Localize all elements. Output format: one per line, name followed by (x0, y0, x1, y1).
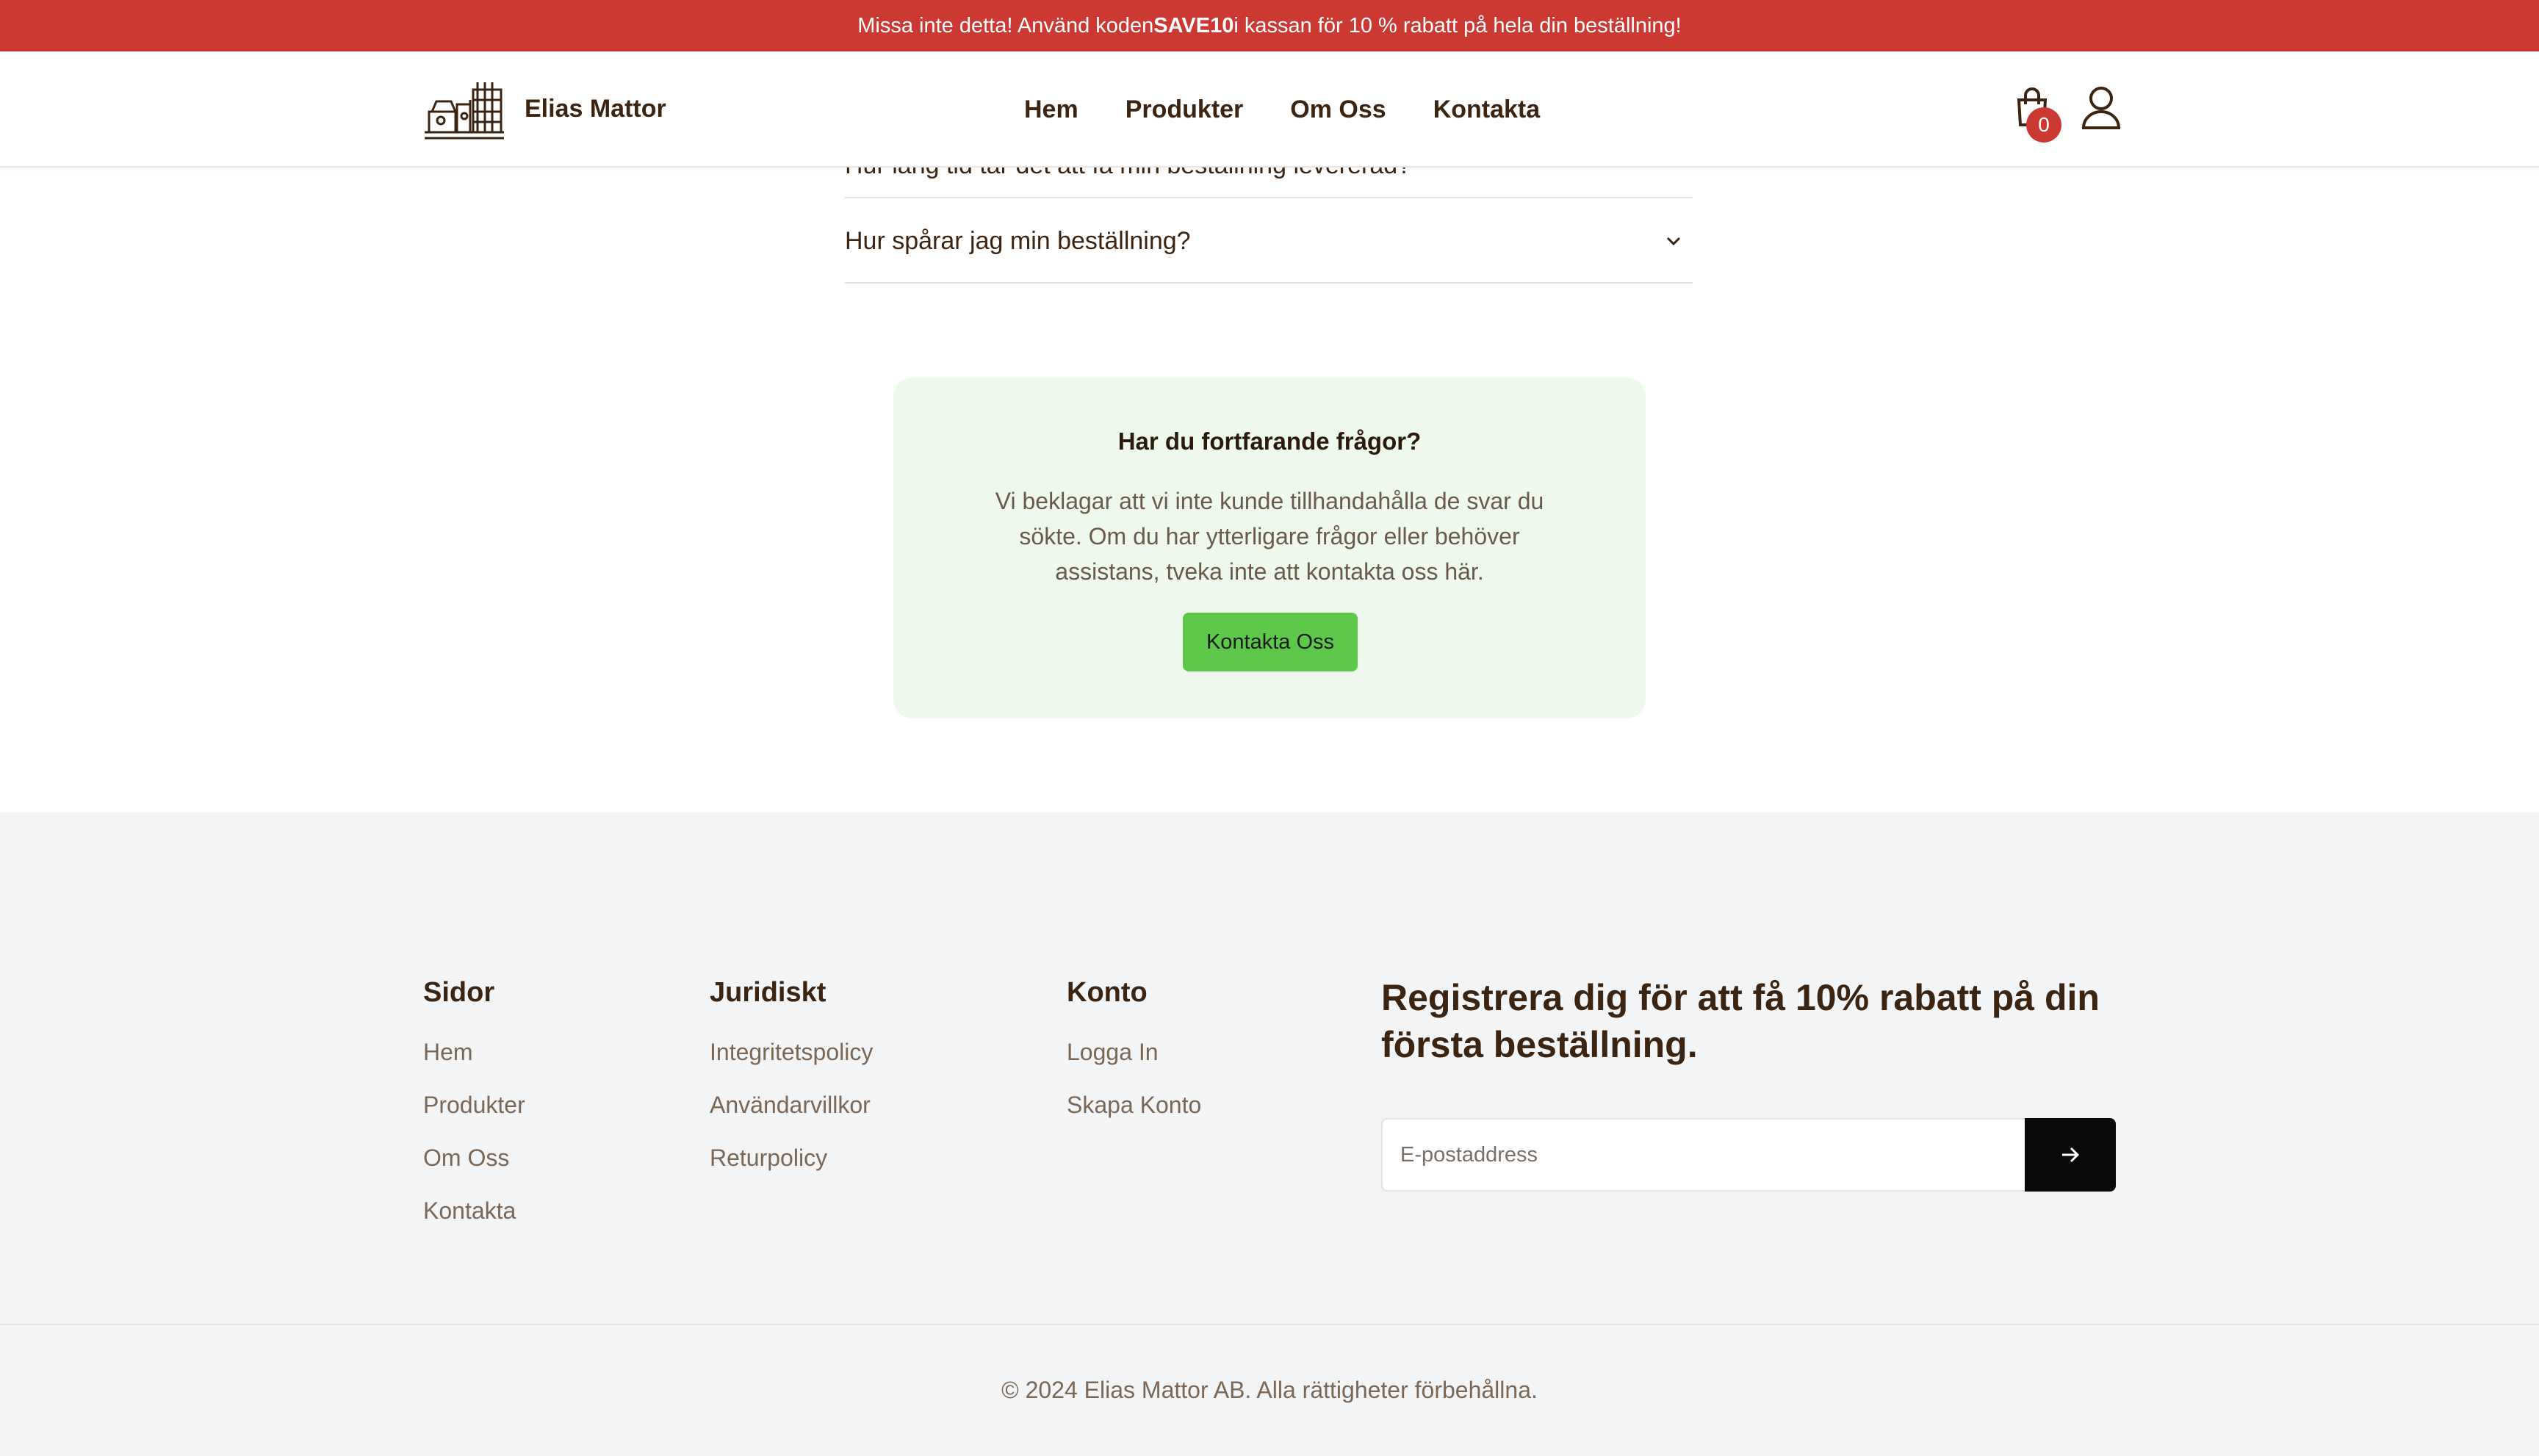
footer-column-title: Konto (1067, 977, 1148, 1008)
nav-products[interactable]: Produkter (1126, 95, 1244, 124)
footer-link-home[interactable]: Hem (423, 1037, 525, 1090)
faq-question-partial: Hur lång tid tar det att få min beställn… (845, 167, 1411, 180)
nav-contact[interactable]: Kontakta (1433, 95, 1540, 124)
footer-column-title: Juridiskt (710, 977, 826, 1008)
newsletter-signup: Registrera dig för att få 10% rabatt på … (1381, 974, 2116, 1068)
nav-home[interactable]: Hem (1024, 95, 1078, 124)
footer-link-products[interactable]: Produkter (423, 1090, 525, 1143)
footer-link-login[interactable]: Logga In (1067, 1037, 1201, 1090)
announcement-bar: Missa inte detta! Använd koden SAVE10 i … (0, 0, 2539, 51)
faq-item[interactable]: Hur spårar jag min beställning? (845, 200, 1693, 284)
newsletter-title: Registrera dig för att få 10% rabatt på … (1381, 977, 2100, 1065)
chevron-down-icon (1666, 237, 1681, 246)
footer-link-contact[interactable]: Kontakta (423, 1196, 525, 1249)
faq-question: Hur spårar jag min beställning? (845, 226, 1191, 255)
newsletter-form (1381, 1118, 2116, 1192)
user-icon[interactable] (2081, 85, 2122, 129)
contact-us-button[interactable]: Kontakta Oss (1183, 613, 1358, 671)
footer-column-pages: Sidor Hem Produkter Om Oss Kontakta (423, 977, 525, 1249)
brand-name: Elias Mattor (525, 94, 666, 123)
cart-count-badge: 0 (2026, 107, 2061, 143)
footer-link-create-account[interactable]: Skapa Konto (1067, 1090, 1201, 1143)
footer-column-title: Sidor (423, 977, 495, 1008)
footer-divider (0, 1324, 2539, 1325)
newsletter-submit-button[interactable] (2025, 1118, 2116, 1192)
cart-button[interactable]: 0 (2012, 85, 2063, 143)
site-footer (0, 812, 2539, 1456)
promo-text-after: i kassan för 10 % rabatt på hela din bes… (1234, 13, 1682, 37)
arrow-right-icon (2062, 1147, 2080, 1163)
footer-link-about[interactable]: Om Oss (423, 1143, 525, 1196)
footer-link-privacy[interactable]: Integritetspolicy (710, 1037, 873, 1090)
email-input[interactable] (1381, 1118, 2025, 1192)
brand-link[interactable]: Elias Mattor (422, 75, 666, 143)
faq-item-partial[interactable]: Hur lång tid tar det att få min beställn… (845, 167, 1693, 198)
footer-column-account: Konto Logga In Skapa Konto (1067, 977, 1201, 1143)
footer-link-terms[interactable]: Användarvillkor (710, 1090, 873, 1143)
site-header: Elias Mattor Hem Produkter Om Oss Kontak… (0, 51, 2539, 167)
promo-code: SAVE10 (1153, 13, 1234, 37)
footer-column-legal: Juridiskt Integritetspolicy Användarvill… (710, 977, 873, 1196)
help-title: Har du fortfarande frågor? (1117, 428, 1422, 455)
nav-about[interactable]: Om Oss (1290, 95, 1386, 124)
footer-link-returns[interactable]: Returpolicy (710, 1143, 873, 1196)
help-text: Vi beklagar att vi inte kunde tillhandah… (995, 488, 1544, 585)
main-nav: Hem Produkter Om Oss Kontakta (1024, 51, 1540, 167)
copyright-text: © 2024 Elias Mattor AB. Alla rättigheter… (1001, 1377, 1538, 1403)
logo-icon (425, 82, 504, 140)
promo-text-before: Missa inte detta! Använd koden (857, 13, 1154, 37)
help-box: Har du fortfarande frågor? Vi beklagar a… (893, 378, 1646, 718)
